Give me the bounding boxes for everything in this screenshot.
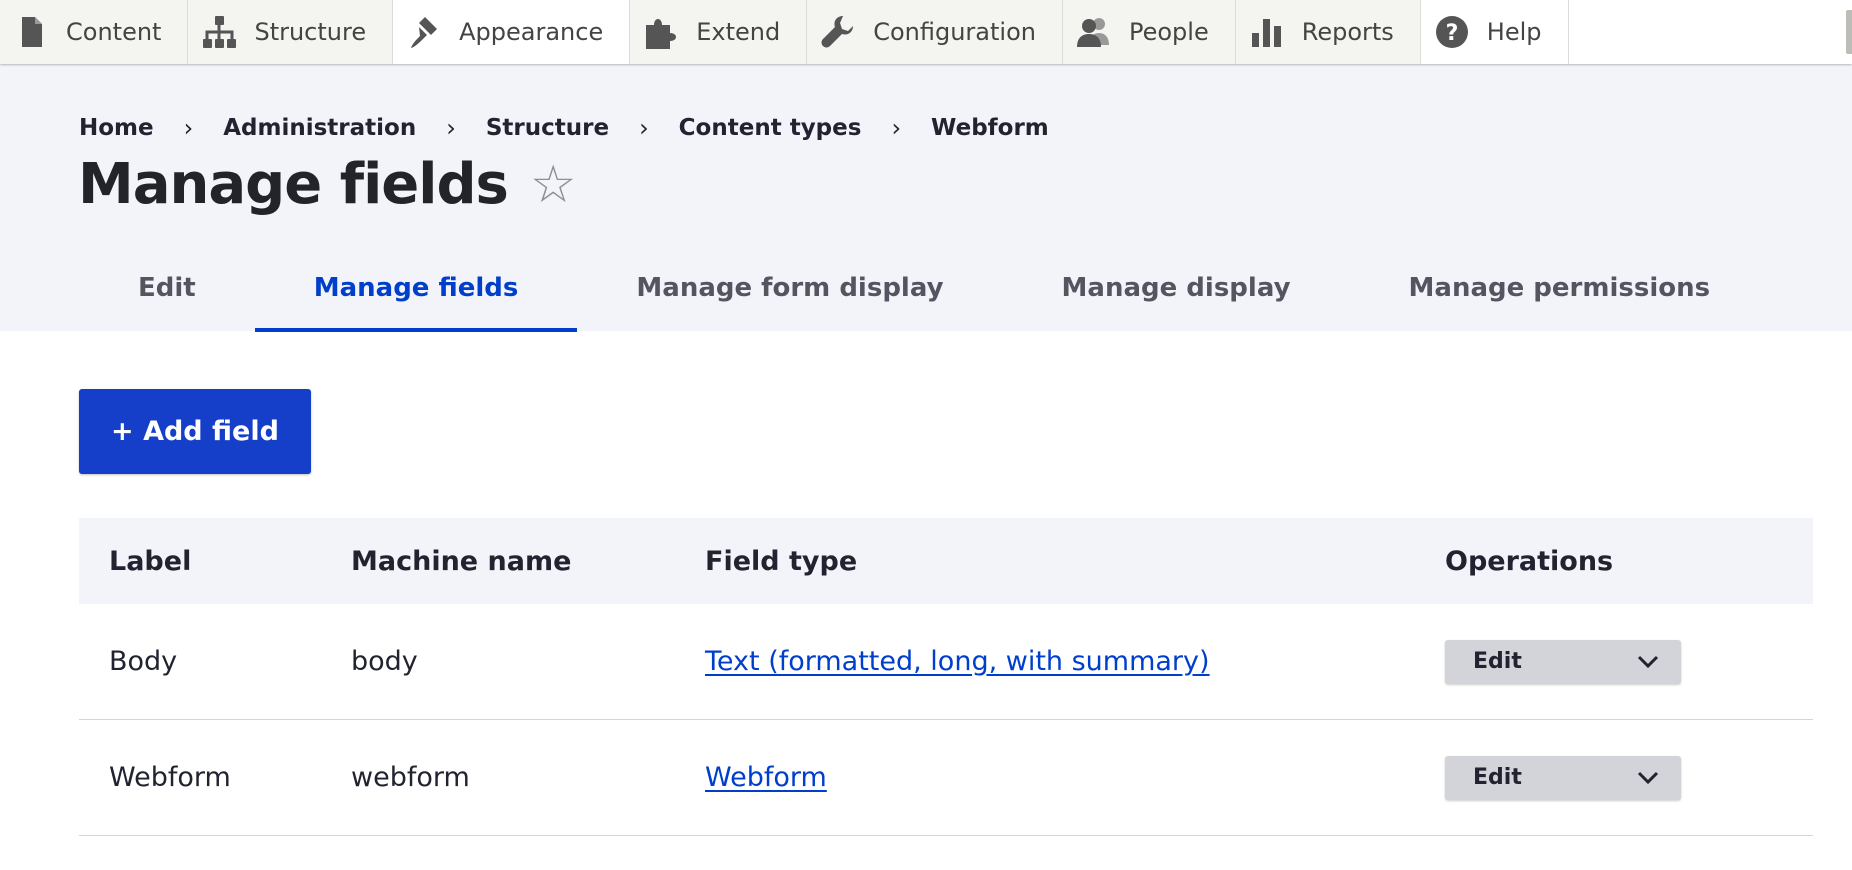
cell-field-type: Text (formatted, long, with summary) (705, 604, 1445, 720)
breadcrumb-item-administration[interactable]: Administration (223, 115, 416, 141)
column-header-field-type: Field type (705, 545, 858, 577)
dropbutton-edit-label[interactable]: Edit (1473, 649, 1522, 674)
people-icon (1075, 13, 1113, 51)
admin-toolbar: Content Structure Appearance Extend Conf… (0, 0, 1852, 64)
table-body: Body body Text (formatted, long, with su… (79, 604, 1813, 836)
breadcrumb: Home › Administration › Structure › Cont… (79, 114, 1049, 142)
toolbar-orientation-handle[interactable] (1846, 10, 1852, 54)
breadcrumb-item-structure[interactable]: Structure (486, 115, 609, 141)
toolbar-tabs: Content Structure Appearance Extend Conf… (0, 0, 1852, 64)
column-header-operations: Operations (1445, 545, 1614, 577)
paintbrush-icon (405, 13, 443, 51)
table-row: Body body Text (formatted, long, with su… (79, 604, 1813, 720)
field-type-link[interactable]: Text (formatted, long, with summary) (705, 646, 1210, 677)
table-row: Webform webform Webform Edit (79, 719, 1813, 836)
breadcrumb-separator: › (446, 114, 456, 142)
sitemap-icon (200, 13, 238, 51)
fields-table: Label Machine name Field type Operations… (79, 518, 1813, 836)
dropbutton-edit-label[interactable]: Edit (1473, 765, 1522, 790)
help-icon: ? (1433, 13, 1471, 51)
field-type-link[interactable]: Webform (705, 762, 827, 793)
toolbar-item-people[interactable]: People (1062, 0, 1236, 64)
toolbar-item-label: Help (1486, 18, 1542, 46)
tab-manage-form-display[interactable]: Manage form display (577, 244, 1002, 332)
breadcrumb-separator: › (891, 114, 902, 142)
table-header: Label Machine name Field type Operations (79, 518, 1813, 604)
toolbar-item-label: Reports (1301, 18, 1394, 46)
cell-machine-name: webform (351, 719, 705, 836)
wrench-icon (819, 13, 857, 51)
toolbar-item-appearance[interactable]: Appearance (393, 0, 631, 64)
breadcrumb-separator: › (183, 114, 194, 142)
toolbar-item-label: Content (66, 18, 162, 46)
breadcrumb-item-home[interactable]: Home (79, 115, 154, 141)
breadcrumb-item-content-types[interactable]: Content types (679, 115, 862, 141)
cell-operations: Edit (1445, 604, 1813, 720)
cell-label: Body (79, 604, 351, 720)
toolbar-item-content[interactable]: Content (0, 0, 189, 64)
cell-machine-name: body (351, 604, 705, 720)
puzzle-icon (642, 13, 680, 51)
cell-label: Webform (79, 719, 351, 836)
page-header: Home › Administration › Structure › Cont… (0, 64, 1852, 332)
breadcrumb-separator: › (639, 114, 649, 142)
toolbar-item-label: People (1128, 18, 1209, 46)
breadcrumb-item-webform[interactable]: Webform (931, 115, 1049, 141)
tab-manage-fields[interactable]: Manage fields (254, 244, 578, 332)
toolbar-item-help[interactable]: ? Help (1420, 0, 1569, 64)
svg-text:?: ? (1445, 21, 1458, 46)
column-header-label: Label (109, 545, 192, 577)
toolbar-item-extend[interactable]: Extend (630, 0, 808, 64)
cell-field-type: Webform (705, 719, 1445, 836)
add-field-button[interactable]: + Add field (79, 389, 311, 474)
page-title: Manage fields (78, 152, 509, 217)
tab-manage-display[interactable]: Manage display (1003, 244, 1350, 332)
chevron-down-icon[interactable] (1637, 771, 1659, 785)
table-header-row: Label Machine name Field type Operations (79, 518, 1813, 604)
chevron-down-icon[interactable] (1637, 655, 1659, 669)
toolbar-item-label: Extend (696, 18, 781, 46)
operations-dropbutton[interactable]: Edit (1445, 639, 1681, 684)
star-icon[interactable]: ☆ (530, 159, 577, 211)
toolbar-item-label: Appearance (459, 18, 604, 46)
file-icon (12, 13, 50, 51)
toolbar-item-label: Configuration (873, 18, 1036, 46)
page-title-wrap: Manage fields ☆ (78, 152, 577, 217)
column-header-machine-name: Machine name (351, 545, 572, 577)
toolbar-item-configuration[interactable]: Configuration (807, 0, 1063, 64)
bar-chart-icon (1248, 13, 1286, 51)
toolbar-item-label: Structure (254, 18, 367, 46)
primary-tabs: Edit Manage fields Manage form display M… (79, 244, 1769, 332)
tab-edit[interactable]: Edit (79, 244, 255, 332)
operations-dropbutton[interactable]: Edit (1445, 755, 1681, 800)
toolbar-item-structure[interactable]: Structure (188, 0, 394, 64)
cell-operations: Edit (1445, 719, 1813, 836)
toolbar-item-reports[interactable]: Reports (1235, 0, 1421, 64)
tab-manage-permissions[interactable]: Manage permissions (1350, 244, 1770, 332)
